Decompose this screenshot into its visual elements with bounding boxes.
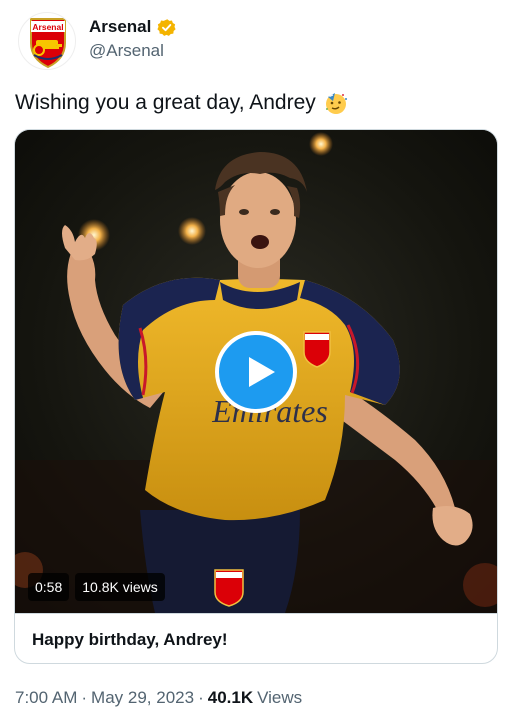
- video-meta: 0:58 10.8K views: [28, 573, 165, 601]
- tweet-text-content: Wishing you a great day, Andrey: [15, 91, 316, 114]
- arsenal-crest-icon: Arsenal: [30, 18, 66, 69]
- meta-separator-2: ·: [198, 688, 204, 707]
- author-avatar[interactable]: Arsenal: [18, 12, 76, 70]
- tweet-meta: 7:00 AM · May 29, 2023 · 40.1K Views: [15, 688, 302, 708]
- tweet-header: Arsenal Arsenal @Arsenal: [16, 10, 494, 70]
- video-views: 10.8K views: [75, 573, 165, 601]
- meta-separator: ·: [81, 688, 88, 707]
- author-name-row: Arsenal: [89, 17, 176, 37]
- crest-text: Arsenal: [32, 22, 63, 32]
- author-name[interactable]: Arsenal: [89, 17, 151, 37]
- play-button[interactable]: [215, 331, 297, 413]
- media-card[interactable]: Emirates 0:58 10.8K views Happy birthday…: [14, 129, 498, 664]
- verified-badge-icon: [157, 18, 176, 36]
- tweet-time[interactable]: 7:00 AM: [15, 688, 77, 708]
- media-caption-bar[interactable]: Happy birthday, Andrey!: [15, 613, 497, 663]
- video-duration: 0:58: [28, 573, 70, 601]
- video-player[interactable]: Emirates 0:58 10.8K views: [15, 130, 497, 613]
- play-icon: [249, 357, 275, 387]
- tweet-date[interactable]: May 29, 2023: [91, 688, 194, 708]
- author-handle[interactable]: @Arsenal: [89, 41, 164, 61]
- tweet-text: Wishing you a great day, Andrey: [15, 91, 348, 115]
- views-count[interactable]: 40.1K: [208, 688, 253, 708]
- partying-face-icon: [325, 93, 347, 114]
- media-card-title: Happy birthday, Andrey!: [32, 630, 228, 649]
- views-label: Views: [257, 688, 303, 707]
